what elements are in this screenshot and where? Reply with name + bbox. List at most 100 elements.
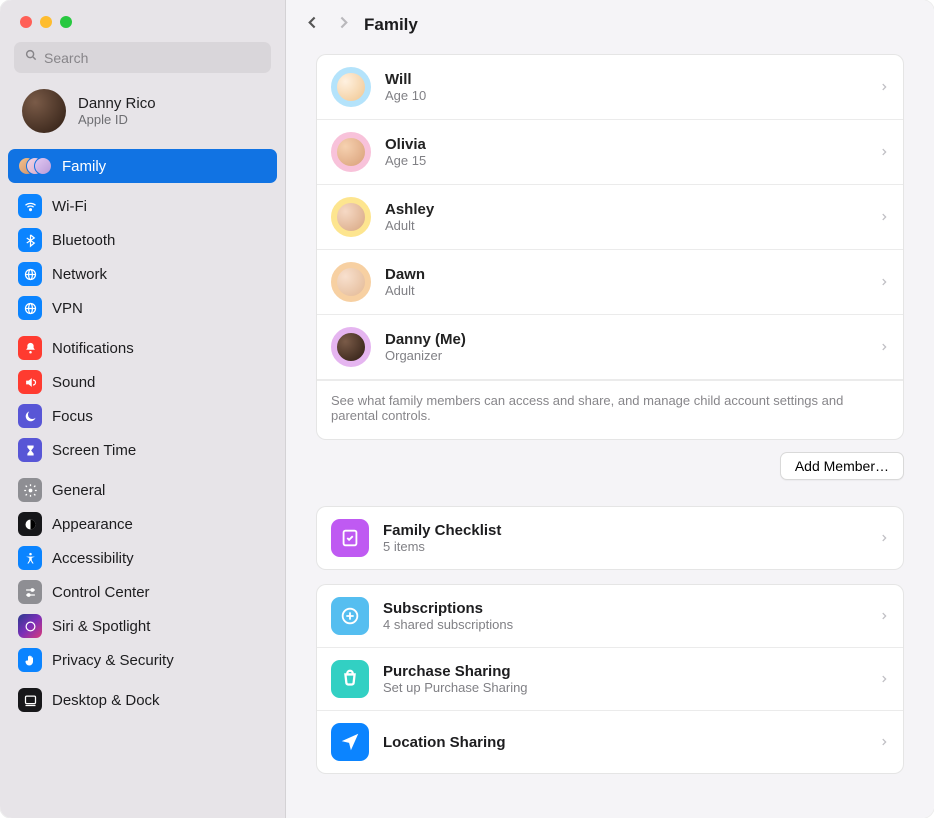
sidebar-item-label: Sound [52, 374, 95, 391]
dock-icon [18, 688, 42, 712]
member-avatar [331, 197, 371, 237]
sidebar-item-label: VPN [52, 300, 83, 317]
setting-title: Location Sharing [383, 734, 865, 751]
sidebar-item-label: Privacy & Security [52, 652, 174, 669]
bell-icon [18, 336, 42, 360]
nav-arrows [304, 14, 352, 36]
family-checklist-row[interactable]: Family Checklist 5 items [317, 507, 903, 569]
bluetooth-icon [18, 228, 42, 252]
chevron-right-icon [879, 80, 889, 94]
member-subtitle: Organizer [385, 348, 865, 363]
sidebar-item-siri[interactable]: Siri & Spotlight [8, 609, 277, 643]
sidebar: Danny Rico Apple ID Family Wi-Fi [0, 0, 286, 818]
account-name: Danny Rico [78, 95, 156, 112]
appearance-icon [18, 512, 42, 536]
sidebar-item-general[interactable]: General [8, 473, 277, 507]
network-icon [18, 262, 42, 286]
setting-subtitle: 4 shared subscriptions [383, 617, 865, 632]
sidebar-item-label: Accessibility [52, 550, 134, 567]
setting-subtitle: Set up Purchase Sharing [383, 680, 865, 695]
sidebar-item-label: Appearance [52, 516, 133, 533]
family-member-row[interactable]: Danny (Me) Organizer [317, 315, 903, 380]
purchase-sharing-row[interactable]: Purchase Sharing Set up Purchase Sharing [317, 648, 903, 711]
search-icon [24, 48, 38, 67]
sidebar-item-label: Wi-Fi [52, 198, 87, 215]
forward-button [335, 14, 352, 36]
sidebar-item-family[interactable]: Family [8, 149, 277, 183]
location-sharing-row[interactable]: Location Sharing [317, 711, 903, 773]
member-avatar [331, 327, 371, 367]
setting-title: Subscriptions [383, 600, 865, 617]
window-controls [0, 12, 285, 42]
setting-title: Purchase Sharing [383, 663, 865, 680]
sidebar-item-label: Control Center [52, 584, 150, 601]
window: Danny Rico Apple ID Family Wi-Fi [0, 0, 934, 818]
member-avatar [331, 262, 371, 302]
member-avatar [331, 67, 371, 107]
member-subtitle: Adult [385, 218, 865, 233]
close-window-button[interactable] [20, 16, 32, 28]
family-member-row[interactable]: Olivia Age 15 [317, 120, 903, 185]
sidebar-item-label: Screen Time [52, 442, 136, 459]
family-member-row[interactable]: Will Age 10 [317, 55, 903, 120]
maximize-window-button[interactable] [60, 16, 72, 28]
members-footer-note: See what family members can access and s… [317, 380, 903, 439]
hourglass-icon [18, 438, 42, 462]
wifi-icon [18, 194, 42, 218]
moon-icon [18, 404, 42, 428]
gear-icon [18, 478, 42, 502]
location-icon [331, 723, 369, 761]
sidebar-item-label: Network [52, 266, 107, 283]
apple-id-account-row[interactable]: Danny Rico Apple ID [0, 83, 285, 143]
chevron-right-icon [879, 672, 889, 686]
family-member-row[interactable]: Dawn Adult [317, 250, 903, 315]
chevron-right-icon [879, 340, 889, 354]
account-avatar [22, 89, 66, 133]
vpn-icon [18, 296, 42, 320]
sidebar-item-label: Siri & Spotlight [52, 618, 150, 635]
sidebar-item-vpn[interactable]: VPN [8, 291, 277, 325]
accessibility-icon [18, 546, 42, 570]
sidebar-item-notifications[interactable]: Notifications [8, 331, 277, 365]
sidebar-item-sound[interactable]: Sound [8, 365, 277, 399]
setting-subtitle: 5 items [383, 539, 865, 554]
chevron-right-icon [879, 210, 889, 224]
sidebar-item-label: Family [62, 158, 106, 175]
back-button[interactable] [304, 14, 321, 36]
member-name: Danny (Me) [385, 331, 865, 348]
sidebar-item-label: General [52, 482, 105, 499]
sidebar-item-desktop-dock[interactable]: Desktop & Dock [8, 683, 277, 717]
chevron-right-icon [879, 735, 889, 749]
sidebar-item-privacy[interactable]: Privacy & Security [8, 643, 277, 677]
sidebar-nav: Family Wi-Fi Bluetooth [0, 143, 285, 818]
chevron-right-icon [879, 145, 889, 159]
setting-title: Family Checklist [383, 522, 865, 539]
search-input[interactable] [44, 50, 261, 66]
account-subtitle: Apple ID [78, 112, 156, 127]
sidebar-item-label: Desktop & Dock [52, 692, 160, 709]
sidebar-item-screen-time[interactable]: Screen Time [8, 433, 277, 467]
sidebar-item-accessibility[interactable]: Accessibility [8, 541, 277, 575]
sidebar-item-control-center[interactable]: Control Center [8, 575, 277, 609]
family-member-row[interactable]: Ashley Adult [317, 185, 903, 250]
member-subtitle: Age 15 [385, 153, 865, 168]
sidebar-item-focus[interactable]: Focus [8, 399, 277, 433]
sidebar-item-bluetooth[interactable]: Bluetooth [8, 223, 277, 257]
titlebar: Family [286, 0, 934, 54]
chevron-right-icon [879, 609, 889, 623]
search-field[interactable] [14, 42, 271, 73]
sidebar-item-wifi[interactable]: Wi-Fi [8, 189, 277, 223]
subscriptions-row[interactable]: Subscriptions 4 shared subscriptions [317, 585, 903, 648]
chevron-right-icon [879, 275, 889, 289]
checklist-icon [331, 519, 369, 557]
member-name: Dawn [385, 266, 865, 283]
sidebar-item-appearance[interactable]: Appearance [8, 507, 277, 541]
member-name: Will [385, 71, 865, 88]
add-member-button[interactable]: Add Member… [780, 452, 904, 480]
siri-icon [18, 614, 42, 638]
family-avatars-icon [18, 154, 52, 178]
minimize-window-button[interactable] [40, 16, 52, 28]
sidebar-item-network[interactable]: Network [8, 257, 277, 291]
sidebar-item-label: Bluetooth [52, 232, 115, 249]
checklist-card: Family Checklist 5 items [316, 506, 904, 570]
